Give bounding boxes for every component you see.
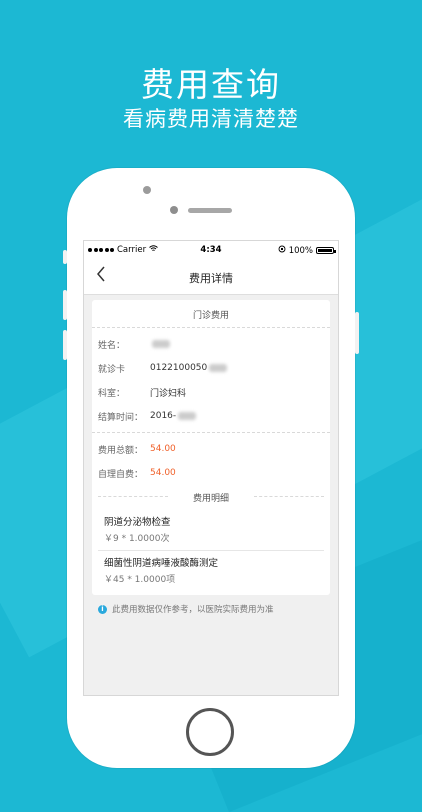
info-row-name: 姓名：: [92, 332, 330, 356]
phone-front-camera: [170, 206, 178, 214]
promo-headline: 费用查询: [141, 65, 281, 104]
phone-home-button[interactable]: [186, 708, 234, 756]
fee-card: 门诊费用 姓名： 就诊卡 0122100050 科室： 门诊妇科 结算时间： 2…: [92, 300, 330, 595]
amount-value: 54.00: [150, 468, 176, 478]
phone-side-button: [63, 290, 67, 320]
info-row-settle-time: 结算时间： 2016-: [92, 404, 330, 428]
amount-row-total: 费用总额： 54.00: [92, 437, 330, 461]
list-item: 阴道分泌物检查 ￥9 * 1.0000次: [98, 510, 324, 551]
disclaimer-notice: i 此费用数据仅作参考，以医院实际费用为准: [98, 603, 330, 615]
redacted-value: [178, 412, 197, 420]
amount-value: 54.00: [150, 444, 176, 454]
phone-camera: [143, 186, 151, 194]
field-value: 门诊妇科: [150, 388, 187, 399]
phone-screen: Carrier 4:34 100% 费用详情 门诊费用 姓名： 就诊卡 0122…: [83, 240, 339, 696]
field-label: 姓名：: [98, 340, 126, 351]
item-name: 阴道分泌物检查: [104, 517, 171, 528]
page-title: 费用详情: [189, 272, 233, 285]
status-bar: Carrier 4:34 100%: [84, 241, 338, 259]
patient-info: 姓名： 就诊卡 0122100050 科室： 门诊妇科 结算时间： 2016-: [92, 328, 330, 433]
info-row-card: 就诊卡 0122100050: [92, 356, 330, 380]
amount-label: 自理自费：: [98, 469, 144, 480]
status-right: 100%: [278, 245, 336, 256]
redacted-value: [152, 340, 170, 348]
amount-label: 费用总额：: [98, 445, 144, 456]
item-price: ￥45 * 1.0000项: [104, 575, 176, 585]
phone-side-button: [63, 330, 67, 360]
field-label: 结算时间：: [98, 412, 144, 423]
info-row-department: 科室： 门诊妇科: [92, 380, 330, 404]
phone-side-button: [355, 312, 359, 354]
list-item: 细菌性阴道病唾液酸酶测定 ￥45 * 1.0000项: [98, 551, 324, 591]
battery-icon: [316, 247, 336, 254]
notice-text: 此费用数据仅作参考，以医院实际费用为准: [112, 605, 274, 615]
field-label: 就诊卡: [98, 364, 126, 375]
item-name: 细菌性阴道病唾液酸酶测定: [104, 558, 219, 569]
battery-percent: 100%: [288, 245, 313, 256]
details-section-title: 费用明细: [92, 487, 330, 510]
field-value: 2016-: [150, 411, 177, 421]
item-price: ￥9 * 1.0000次: [104, 534, 170, 544]
promo-subline: 看病费用清清楚楚: [123, 107, 299, 131]
redacted-value: [209, 364, 228, 372]
field-label: 科室：: [98, 388, 126, 399]
nav-bar: 费用详情: [84, 259, 338, 295]
amount-info: 费用总额： 54.00 自理自费： 54.00: [92, 433, 330, 487]
amount-row-self-pay: 自理自费： 54.00: [92, 461, 330, 485]
field-value: 0122100050: [150, 363, 208, 373]
outpatient-section-title: 门诊费用: [92, 300, 330, 328]
details-list: 阴道分泌物检查 ￥9 * 1.0000次 细菌性阴道病唾液酸酶测定 ￥45 * …: [92, 510, 330, 595]
orientation-lock-icon: [278, 245, 286, 256]
phone-side-button: [63, 250, 67, 264]
phone-speaker: [188, 208, 232, 213]
info-icon: i: [98, 604, 107, 614]
